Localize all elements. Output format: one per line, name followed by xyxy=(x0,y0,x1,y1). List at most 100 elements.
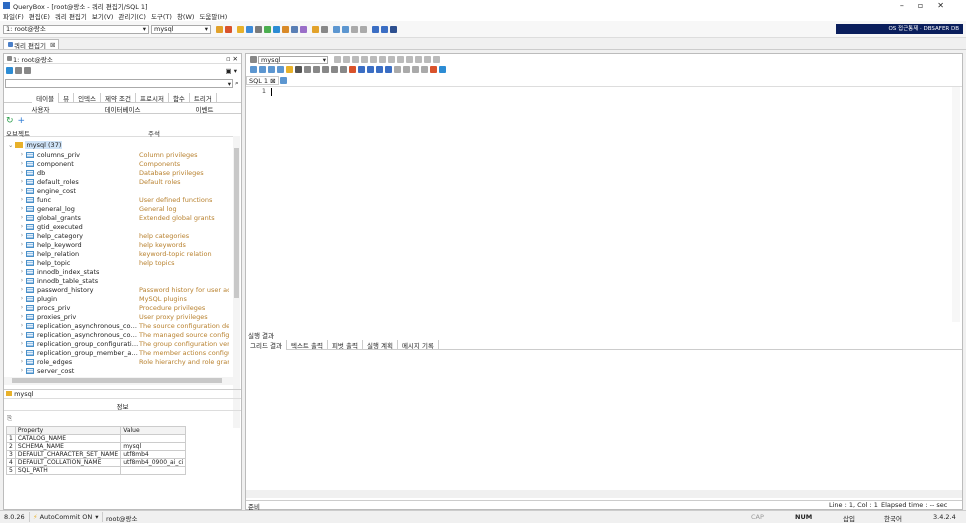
table-row[interactable]: › help_topic help topics xyxy=(18,258,233,267)
menu-query-editor[interactable]: 쿼리 편집기 xyxy=(55,11,87,21)
commit-icon[interactable] xyxy=(370,56,377,63)
lower-icon[interactable] xyxy=(421,66,428,73)
stop-icon[interactable] xyxy=(352,56,359,63)
tab-pivot-output[interactable]: 피벗 출력 xyxy=(328,339,363,350)
split-v-icon[interactable] xyxy=(381,26,388,33)
property-row[interactable]: 3 DEFAULT_CHARACTER_SET_NAME utf8mb4 xyxy=(6,450,187,459)
tab-exec-plan[interactable]: 실행 계획 xyxy=(363,339,398,350)
property-row[interactable]: 4 DEFAULT_COLLATION_NAME utf8mb4_0900_ai_c… xyxy=(6,458,187,467)
expand-arrow-icon[interactable]: › xyxy=(18,340,26,347)
layout-icon[interactable] xyxy=(333,26,340,33)
expand-arrow-icon[interactable]: › xyxy=(18,268,26,275)
expand-arrow-icon[interactable]: › xyxy=(18,205,26,212)
pin-close-icon[interactable]: ▫ ✕ xyxy=(226,55,238,63)
execute-all-icon[interactable] xyxy=(343,56,350,63)
object-search-input[interactable]: ▾ xyxy=(5,79,233,88)
db-node[interactable]: ⌄ mysql (37) xyxy=(8,140,63,149)
expand-arrow-icon[interactable]: › xyxy=(18,160,26,167)
schema-icon[interactable] xyxy=(273,26,280,33)
split-h-icon[interactable] xyxy=(372,26,379,33)
paste-icon[interactable] xyxy=(340,66,347,73)
save-icon[interactable] xyxy=(268,66,275,73)
filter-icon[interactable] xyxy=(15,67,22,74)
search-next-icon[interactable] xyxy=(367,66,374,73)
tree-vscroll[interactable] xyxy=(233,136,240,428)
tab-databases[interactable]: 데이터베이스 xyxy=(105,104,141,114)
expand-arrow-icon[interactable]: › xyxy=(18,223,26,230)
tag-icon[interactable] xyxy=(439,66,446,73)
table-row[interactable]: › password_history Password history for us… xyxy=(18,285,233,294)
expand-arrow-icon[interactable]: › xyxy=(18,358,26,365)
rollback-icon[interactable] xyxy=(379,56,386,63)
options-icon[interactable] xyxy=(321,26,328,33)
table-row[interactable]: › global_grants Extended global grants xyxy=(18,213,233,222)
explain-icon[interactable] xyxy=(361,56,368,63)
table-row[interactable]: › innodb_index_stats xyxy=(18,267,233,276)
table-row[interactable]: › help_keyword help keywords xyxy=(18,240,233,249)
tab-events[interactable]: 이벤트 xyxy=(196,104,214,114)
tab-tables[interactable]: 테이블 xyxy=(32,93,60,103)
table-row[interactable]: › replication_asynchronous_connection...T… xyxy=(18,321,233,330)
copy-icon[interactable]: ⎘ xyxy=(7,414,12,423)
menu-view[interactable]: 보기(V) xyxy=(92,11,113,21)
table-row[interactable]: › proxies_priv User proxy privileges xyxy=(18,312,233,321)
expand-arrow-icon[interactable]: › xyxy=(18,313,26,320)
connect-icon[interactable] xyxy=(216,26,223,33)
expand-arrow-icon[interactable]: › xyxy=(18,331,26,338)
object-icon[interactable] xyxy=(255,26,262,33)
format-icon[interactable] xyxy=(388,56,395,63)
redo-icon[interactable] xyxy=(313,66,320,73)
refresh-icon[interactable] xyxy=(6,67,13,74)
table-row[interactable]: › procs_priv Procedure privileges xyxy=(18,303,233,312)
tab-views[interactable]: 뷰 xyxy=(59,93,75,103)
tab-constraints[interactable]: 제약 조건 xyxy=(101,93,137,103)
log-icon[interactable] xyxy=(360,26,367,33)
search-text-icon[interactable] xyxy=(358,66,365,73)
import-icon[interactable] xyxy=(291,26,298,33)
menu-window[interactable]: 창(W) xyxy=(177,11,194,21)
table-row[interactable]: › replication_asynchronous_connection...T… xyxy=(18,330,233,339)
editor-db-select[interactable]: mysql ▾ xyxy=(258,55,328,64)
expand-arrow-icon[interactable]: › xyxy=(18,286,26,293)
property-row[interactable]: 1 CATALOG_NAME xyxy=(6,434,187,443)
disconnect-icon[interactable] xyxy=(225,26,232,33)
uncomment-icon[interactable] xyxy=(406,56,413,63)
cut-icon[interactable] xyxy=(322,66,329,73)
window-icon[interactable] xyxy=(342,26,349,33)
tab-message-log[interactable]: 메시지 기록 xyxy=(398,339,439,350)
comment-icon[interactable] xyxy=(397,56,404,63)
table-row[interactable]: › role_edges Role hierarchy and role grant… xyxy=(18,357,233,366)
bookmark-icon[interactable] xyxy=(415,56,422,63)
new-icon[interactable] xyxy=(250,66,257,73)
expand-arrow-icon[interactable]: › xyxy=(18,151,26,158)
editor-vscroll[interactable] xyxy=(952,87,960,322)
expand-arrow-icon[interactable]: › xyxy=(18,214,26,221)
table-row[interactable]: › innodb_table_stats xyxy=(18,276,233,285)
result-hscroll[interactable] xyxy=(246,490,962,498)
expand-arrow-icon[interactable]: › xyxy=(18,187,26,194)
autocommit-toggle[interactable]: ⚡ AutoCommit ON ▾ xyxy=(29,512,103,522)
expand-arrow-icon[interactable]: › xyxy=(18,169,26,176)
save-as-icon[interactable] xyxy=(277,66,284,73)
collapse-icon[interactable] xyxy=(24,67,31,74)
table-row[interactable]: › db Database privileges xyxy=(18,168,233,177)
table-row[interactable]: › server_cost xyxy=(18,366,233,375)
snippet-icon[interactable] xyxy=(430,66,437,73)
table-row[interactable]: › help_relation keyword-topic relation xyxy=(18,249,233,258)
expand-arrow-icon[interactable]: › xyxy=(18,367,26,374)
find-icon[interactable] xyxy=(424,56,431,63)
user-icon[interactable] xyxy=(300,26,307,33)
expand-arrow-icon[interactable]: › xyxy=(18,349,26,356)
tab-grid-result[interactable]: 그리드 결과 xyxy=(246,339,287,350)
database-select[interactable]: mysql ▾ xyxy=(151,25,211,34)
expand-arrow-icon[interactable]: › xyxy=(18,295,26,302)
expand-arrow-icon[interactable]: › xyxy=(18,322,26,329)
explorer-options-icon[interactable]: ▣ ▾ xyxy=(226,67,237,75)
table-row[interactable]: › component Components xyxy=(18,159,233,168)
table-row[interactable]: › replication_group_configuration_ver...T… xyxy=(18,339,233,348)
new-query-icon[interactable] xyxy=(246,26,253,33)
open-file-icon[interactable] xyxy=(259,66,266,73)
refresh-tree-icon[interactable]: ↻ xyxy=(6,116,14,126)
undo-icon[interactable] xyxy=(304,66,311,73)
menu-help[interactable]: 도움말(H) xyxy=(199,11,227,21)
